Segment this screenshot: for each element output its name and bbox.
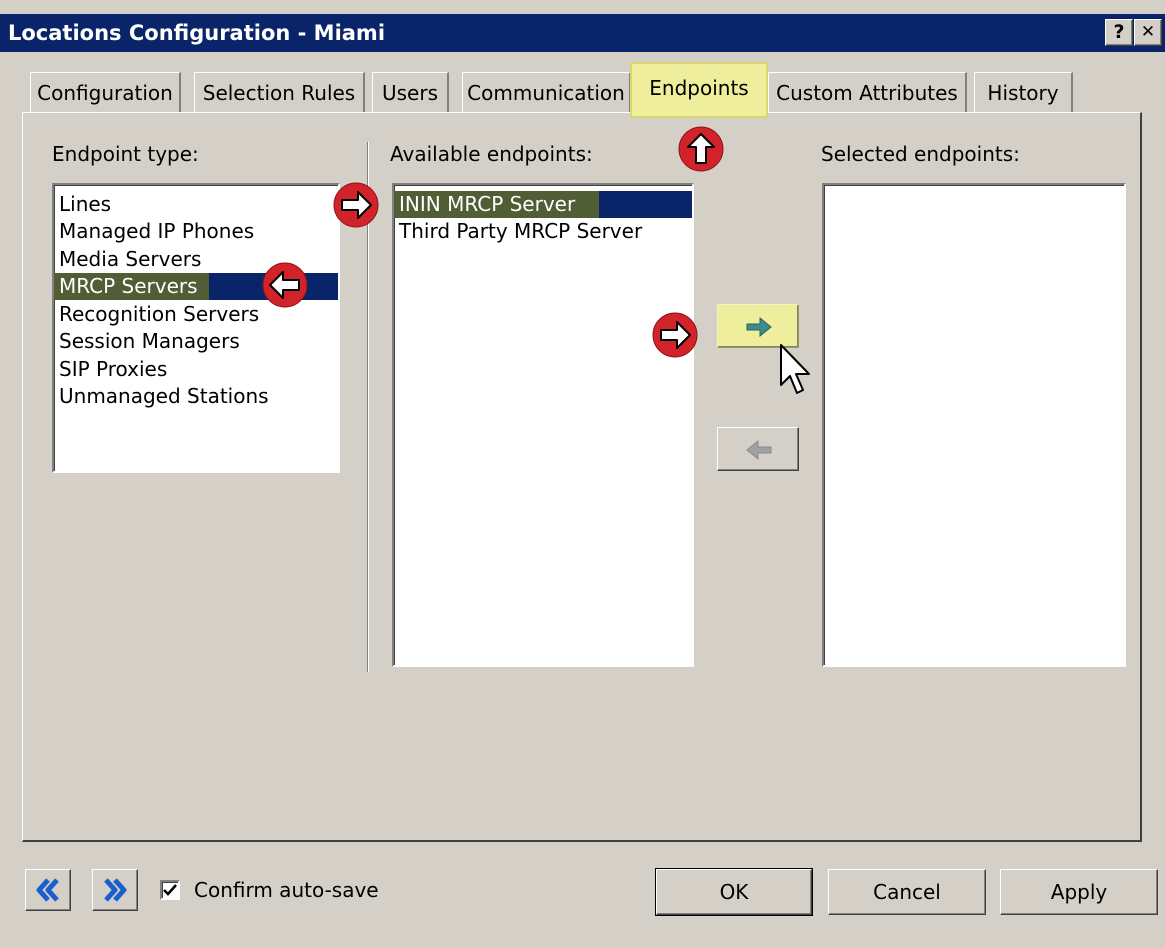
mouse-cursor-icon (780, 344, 810, 394)
annotation-arrow-right-icon (333, 182, 379, 228)
add-endpoint-button[interactable] (717, 304, 799, 348)
confirm-autosave-checkbox[interactable] (160, 880, 180, 900)
double-chevron-right-icon (104, 878, 127, 902)
arrow-left-icon (746, 439, 772, 461)
help-button[interactable]: ? (1105, 19, 1133, 46)
previous-button[interactable] (25, 869, 71, 911)
list-item[interactable]: Managed IP Phones (59, 218, 254, 245)
tab-communication[interactable]: Communication (462, 72, 631, 113)
tab-configuration[interactable]: Configuration (30, 72, 181, 113)
next-button[interactable] (92, 869, 138, 911)
annotation-arrow-left-icon (262, 262, 308, 308)
list-item-selected[interactable]: ININ MRCP Server (399, 191, 575, 218)
tab-users[interactable]: Users (372, 72, 449, 113)
selected-endpoints-label: Selected endpoints: (821, 142, 1020, 166)
list-item[interactable]: Unmanaged Stations (59, 383, 269, 410)
arrow-right-icon (746, 316, 772, 338)
available-endpoints-list[interactable]: ININ MRCP Server Third Party MRCP Server (392, 183, 694, 667)
endpoint-type-label: Endpoint type: (52, 142, 199, 166)
list-item[interactable]: Media Servers (59, 246, 201, 273)
tab-selection-rules[interactable]: Selection Rules (194, 72, 365, 113)
list-item[interactable]: Third Party MRCP Server (399, 218, 642, 245)
ok-button[interactable]: OK (655, 868, 813, 916)
close-button[interactable]: ✕ (1134, 19, 1162, 46)
list-item[interactable]: Recognition Servers (59, 301, 259, 328)
checkmark-icon (163, 884, 177, 896)
annotation-arrow-right-icon (652, 312, 698, 358)
apply-button[interactable]: Apply (1000, 869, 1158, 915)
list-item[interactable]: Session Managers (59, 328, 240, 355)
selected-endpoints-list[interactable] (822, 183, 1126, 667)
window-title: Locations Configuration - Miami (8, 21, 386, 45)
available-endpoints-label: Available endpoints: (390, 142, 593, 166)
list-item-selected[interactable]: MRCP Servers (59, 273, 198, 300)
tab-custom-attributes[interactable]: Custom Attributes (768, 72, 967, 113)
double-chevron-left-icon (36, 878, 59, 902)
annotation-arrow-up-icon (678, 126, 724, 172)
list-item[interactable]: Lines (59, 191, 111, 218)
cancel-button[interactable]: Cancel (828, 869, 986, 915)
confirm-autosave-label[interactable]: Confirm auto-save (194, 878, 379, 902)
endpoint-type-list[interactable]: Lines Managed IP Phones Media Servers MR… (52, 183, 340, 473)
remove-endpoint-button[interactable] (717, 427, 799, 471)
list-item[interactable]: SIP Proxies (59, 356, 167, 383)
tab-history[interactable]: History (974, 72, 1073, 113)
tab-endpoints[interactable]: Endpoints (630, 62, 768, 118)
